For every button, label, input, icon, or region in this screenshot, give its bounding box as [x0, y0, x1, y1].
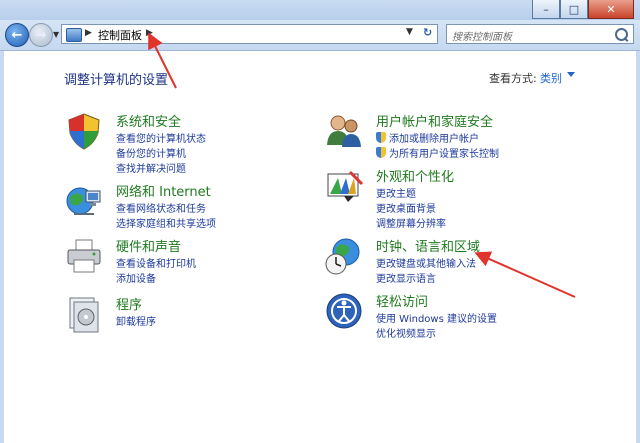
- chevron-down-icon[interactable]: [567, 72, 575, 77]
- search-placeholder: 搜索控制面板: [452, 32, 512, 43]
- recent-pages-dropdown[interactable]: ▼: [53, 30, 59, 39]
- link-desktop-background[interactable]: 更改桌面背景: [376, 200, 446, 215]
- programs-icon[interactable]: [64, 294, 104, 334]
- network-globe-icon[interactable]: [64, 181, 104, 221]
- address-bar[interactable]: ▶ 控制面板 ▶ ▼ ↻: [61, 24, 438, 44]
- link-homegroup-sharing[interactable]: 选择家庭组和共享选项: [116, 215, 216, 230]
- refresh-icon[interactable]: ↻: [423, 26, 437, 42]
- forward-button[interactable]: →: [29, 23, 53, 47]
- control-panel-icon: [66, 28, 82, 42]
- link-label: 添加或删除用户帐户: [389, 134, 479, 145]
- search-input[interactable]: 搜索控制面板: [446, 24, 634, 44]
- breadcrumb-arrow-icon[interactable]: ▶: [146, 28, 153, 38]
- category-title[interactable]: 系统和安全: [116, 111, 181, 130]
- link-view-computer-status[interactable]: 查看您的计算机状态: [116, 130, 206, 145]
- maximize-button[interactable]: □: [560, 0, 588, 19]
- close-button[interactable]: ✕: [588, 0, 634, 19]
- users-icon[interactable]: [324, 111, 364, 151]
- link-windows-recommended-settings[interactable]: 使用 Windows 建议的设置: [376, 310, 497, 325]
- address-dropdown-icon[interactable]: ▼: [406, 27, 413, 37]
- shield-icon[interactable]: [64, 111, 104, 151]
- category-title[interactable]: 用户帐户和家庭安全: [376, 111, 493, 130]
- main-content: 调整计算机的设置 查看方式: 类别 系统和安全 查看您的计算机状态 备份您的计算…: [0, 51, 640, 443]
- link-uninstall-program[interactable]: 卸载程序: [116, 313, 156, 328]
- breadcrumb-control-panel[interactable]: 控制面板: [98, 27, 142, 43]
- window-controls: – □ ✕: [532, 0, 634, 19]
- link-add-remove-accounts[interactable]: 添加或删除用户帐户: [376, 130, 499, 145]
- link-troubleshoot[interactable]: 查找并解决问题: [116, 160, 206, 175]
- link-devices-printers[interactable]: 查看设备和打印机: [116, 255, 196, 270]
- link-screen-resolution[interactable]: 调整屏幕分辨率: [376, 215, 446, 230]
- category-title[interactable]: 外观和个性化: [376, 166, 454, 185]
- link-network-status[interactable]: 查看网络状态和任务: [116, 200, 216, 215]
- category-title[interactable]: 程序: [116, 294, 142, 313]
- accessibility-icon[interactable]: [324, 291, 364, 331]
- breadcrumb-arrow-icon[interactable]: ▶: [85, 28, 92, 38]
- category-title[interactable]: 轻松访问: [376, 291, 428, 310]
- link-label: 为所有用户设置家长控制: [389, 149, 499, 160]
- uac-shield-icon: [376, 147, 386, 158]
- search-icon[interactable]: [615, 28, 628, 41]
- uac-shield-icon: [376, 132, 386, 143]
- link-change-theme[interactable]: 更改主题: [376, 185, 446, 200]
- category-title[interactable]: 网络和 Internet: [116, 181, 211, 200]
- link-change-input-method[interactable]: 更改键盘或其他输入法: [376, 255, 476, 270]
- view-by-dropdown[interactable]: 类别: [540, 70, 562, 86]
- category-title[interactable]: 硬件和声音: [116, 236, 181, 255]
- navigation-bar: ← → ▼ ▶ 控制面板 ▶ ▼ ↻ 搜索控制面板: [0, 20, 640, 51]
- printer-icon[interactable]: [64, 236, 104, 276]
- back-button[interactable]: ←: [5, 23, 29, 47]
- category-title[interactable]: 时钟、语言和区域: [376, 236, 480, 255]
- appearance-monitor-icon[interactable]: [324, 166, 364, 206]
- link-optimize-video-display[interactable]: 优化视频显示: [376, 325, 497, 340]
- page-title: 调整计算机的设置: [64, 73, 169, 88]
- link-add-device[interactable]: 添加设备: [116, 270, 196, 285]
- view-by-label: 查看方式:: [489, 72, 537, 85]
- title-bar: – □ ✕: [0, 0, 640, 20]
- clock-globe-icon[interactable]: [324, 236, 364, 276]
- link-backup-computer[interactable]: 备份您的计算机: [116, 145, 206, 160]
- minimize-button[interactable]: –: [532, 0, 560, 19]
- link-change-display-language[interactable]: 更改显示语言: [376, 270, 476, 285]
- link-parental-controls[interactable]: 为所有用户设置家长控制: [376, 145, 499, 160]
